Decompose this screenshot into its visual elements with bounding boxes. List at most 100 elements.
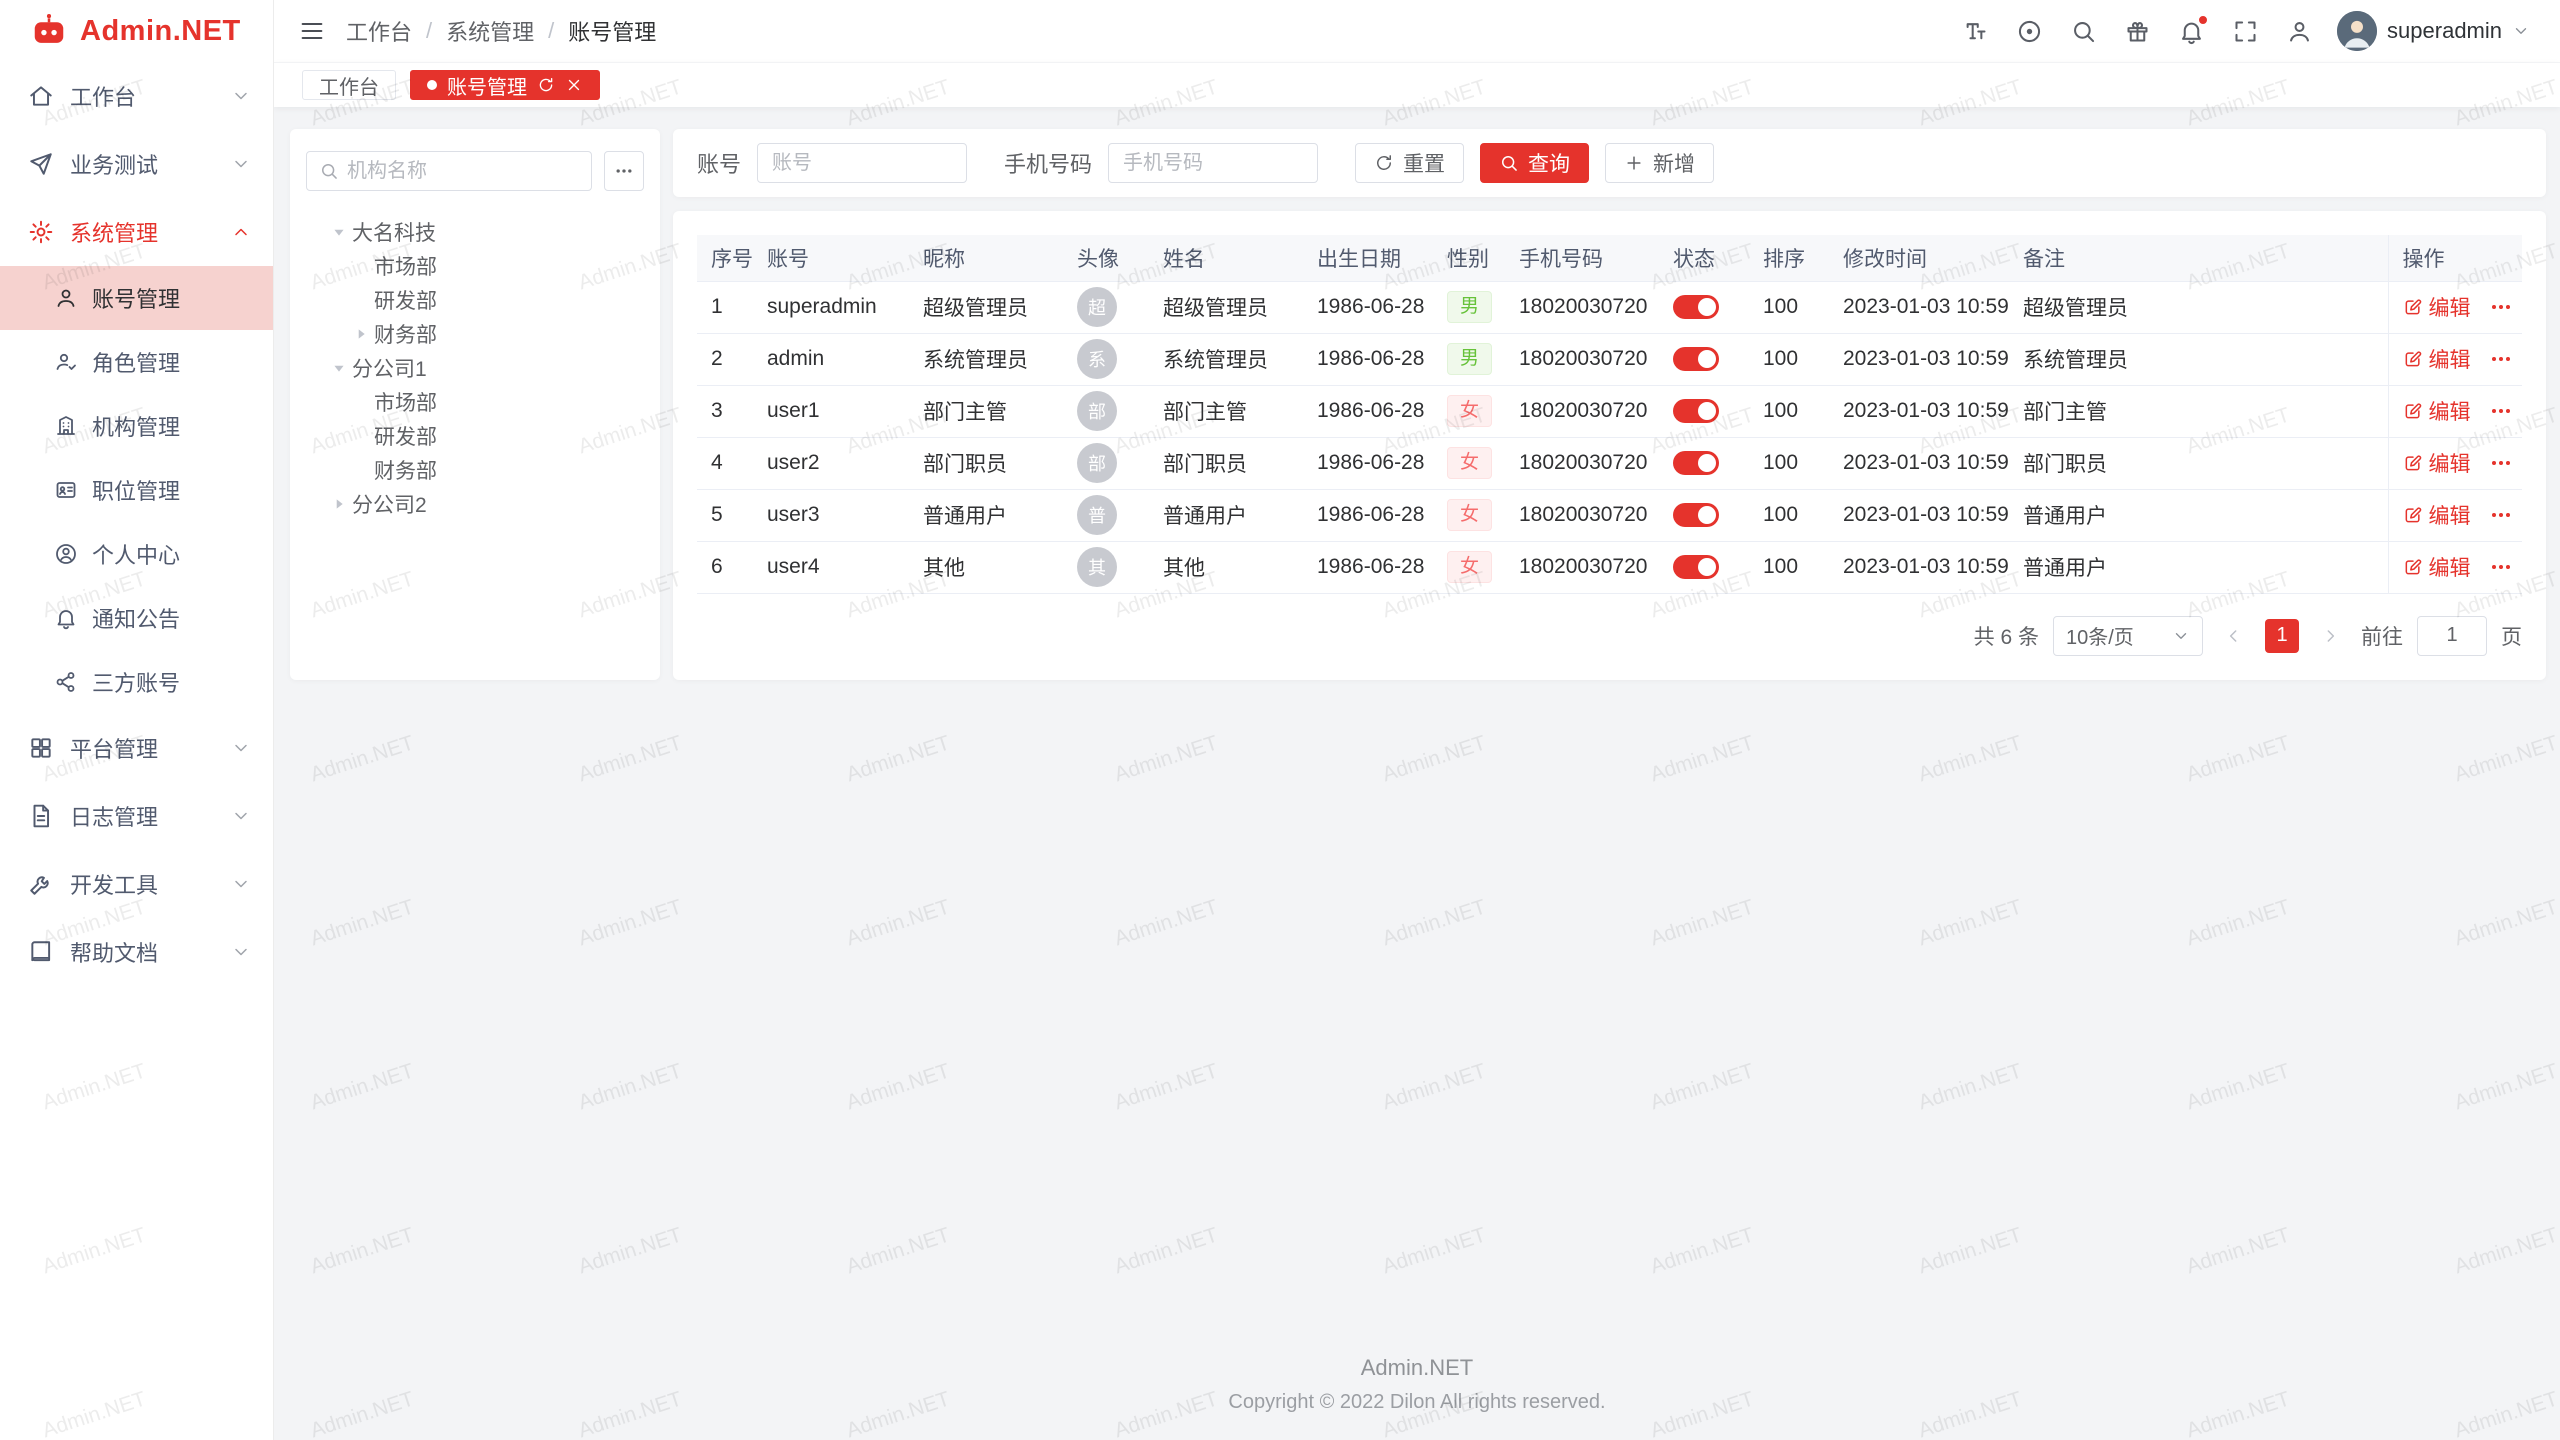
goto-suffix: 页 <box>2501 621 2522 651</box>
sidebar-item-0[interactable]: 工作台 <box>0 62 273 130</box>
account-page: 账号 手机号码 重置 查询 新增 <box>673 129 2546 680</box>
org-search-input[interactable] <box>347 160 579 183</box>
sidebar-item-5[interactable]: 开发工具 <box>0 850 273 918</box>
goto-page-input[interactable] <box>2417 616 2487 656</box>
next-page-button[interactable] <box>2313 619 2347 653</box>
edit-button[interactable]: 编辑 <box>2403 500 2471 530</box>
cell-account: user2 <box>753 437 909 489</box>
status-toggle[interactable] <box>1673 295 1719 319</box>
table-row: 5user3普通用户普普通用户1986-06-28女18020030720100… <box>697 489 2522 541</box>
close-icon[interactable] <box>565 76 583 94</box>
caret-right-icon[interactable] <box>350 323 372 345</box>
refresh-icon[interactable] <box>537 76 555 94</box>
status-toggle[interactable] <box>1673 451 1719 475</box>
tab-item-0[interactable]: 工作台 <box>302 70 396 100</box>
row-more-button[interactable] <box>2489 347 2513 371</box>
breadcrumb-item-1[interactable]: 系统管理 <box>446 15 534 47</box>
row-more-button[interactable] <box>2489 295 2513 319</box>
cell-sort: 100 <box>1749 281 1829 333</box>
sidebar-item-label: 业务测试 <box>70 148 231 180</box>
tree-node-4[interactable]: 分公司1 <box>306 351 644 385</box>
gift-button[interactable] <box>2124 18 2151 45</box>
tree-node-1[interactable]: 市场部 <box>306 249 644 283</box>
caret-right-icon[interactable] <box>328 493 350 515</box>
edit-icon <box>2403 453 2423 473</box>
caret-down-icon[interactable] <box>328 221 350 243</box>
cell-remark: 部门主管 <box>2009 385 2388 437</box>
sidebar-item-3[interactable]: 平台管理 <box>0 714 273 782</box>
bell-button[interactable] <box>2178 18 2205 45</box>
fullscreen-button[interactable] <box>2232 18 2259 45</box>
tree-node-8[interactable]: 分公司2 <box>306 487 644 521</box>
logo[interactable]: Admin.NET <box>0 0 273 62</box>
status-toggle[interactable] <box>1673 347 1719 371</box>
hamburger-menu-icon[interactable] <box>298 17 326 45</box>
search-button[interactable] <box>2070 18 2097 45</box>
row-more-button[interactable] <box>2489 555 2513 579</box>
sidebar-item-1[interactable]: 业务测试 <box>0 130 273 198</box>
circle-dot-button[interactable] <box>2016 18 2043 45</box>
org-tree: 大名科技市场部研发部财务部分公司1市场部研发部财务部分公司2 <box>306 215 644 521</box>
user-menu[interactable]: superadmin <box>2337 11 2530 51</box>
edit-button[interactable]: 编辑 <box>2403 448 2471 478</box>
row-more-button[interactable] <box>2489 399 2513 423</box>
tab-item-1[interactable]: 账号管理 <box>410 70 600 100</box>
sidebar-subitem-2-5[interactable]: 通知公告 <box>0 586 273 650</box>
font-size-button[interactable] <box>1962 18 1989 45</box>
breadcrumb-item-0[interactable]: 工作台 <box>346 15 412 47</box>
cell-nickname: 系统管理员 <box>909 333 1063 385</box>
page-1-button[interactable]: 1 <box>2265 619 2299 653</box>
cell-nickname: 部门主管 <box>909 385 1063 437</box>
tree-node-5[interactable]: 市场部 <box>306 385 644 419</box>
row-more-button[interactable] <box>2489 503 2513 527</box>
status-toggle[interactable] <box>1673 503 1719 527</box>
sidebar-item-4[interactable]: 日志管理 <box>0 782 273 850</box>
tree-more-button[interactable] <box>604 151 644 191</box>
prev-page-button[interactable] <box>2217 619 2251 653</box>
sidebar-subitem-2-6[interactable]: 三方账号 <box>0 650 273 714</box>
tree-node-7[interactable]: 财务部 <box>306 453 644 487</box>
page-size-select[interactable]: 10条/页 <box>2053 616 2203 656</box>
cell-account: user3 <box>753 489 909 541</box>
query-bar: 账号 手机号码 重置 查询 新增 <box>673 129 2546 197</box>
gender-badge: 男 <box>1447 291 1492 324</box>
tree-node-label: 分公司2 <box>352 489 427 519</box>
sidebar-item-2[interactable]: 系统管理 <box>0 198 273 266</box>
edit-button[interactable]: 编辑 <box>2403 552 2471 582</box>
test-icon <box>28 151 54 177</box>
status-toggle[interactable] <box>1673 555 1719 579</box>
status-toggle[interactable] <box>1673 399 1719 423</box>
edit-button[interactable]: 编辑 <box>2403 396 2471 426</box>
cell-remark: 超级管理员 <box>2009 281 2388 333</box>
sidebar-item-6[interactable]: 帮助文档 <box>0 918 273 986</box>
grid-icon <box>28 735 54 761</box>
row-more-button[interactable] <box>2489 451 2513 475</box>
breadcrumb-separator: / <box>548 18 554 44</box>
sidebar-subitem-2-3[interactable]: 职位管理 <box>0 458 273 522</box>
edit-button[interactable]: 编辑 <box>2403 292 2471 322</box>
sidebar-subitem-2-1[interactable]: 角色管理 <box>0 330 273 394</box>
main-area: 工作台/系统管理/账号管理 superadmin 工作台账号管理 <box>274 0 2560 1440</box>
reset-button[interactable]: 重置 <box>1355 143 1464 183</box>
tree-node-label: 财务部 <box>374 319 437 349</box>
add-button[interactable]: 新增 <box>1605 143 1714 183</box>
tree-node-6[interactable]: 研发部 <box>306 419 644 453</box>
org-search-field[interactable] <box>306 151 592 191</box>
person-button[interactable] <box>2286 18 2313 45</box>
sidebar-subitem-2-4[interactable]: 个人中心 <box>0 522 273 586</box>
row-avatar: 普 <box>1077 495 1117 535</box>
tree-node-3[interactable]: 财务部 <box>306 317 644 351</box>
search-button[interactable]: 查询 <box>1480 143 1589 183</box>
tree-node-2[interactable]: 研发部 <box>306 283 644 317</box>
cell-birthdate: 1986-06-28 <box>1303 385 1433 437</box>
caret-down-icon[interactable] <box>328 357 350 379</box>
home-icon <box>28 83 54 109</box>
cell-index: 3 <box>697 385 753 437</box>
cell-sort: 100 <box>1749 541 1829 593</box>
edit-button[interactable]: 编辑 <box>2403 344 2471 374</box>
account-input[interactable] <box>757 143 967 183</box>
sidebar-subitem-2-0[interactable]: 账号管理 <box>0 266 273 330</box>
phone-input[interactable] <box>1108 143 1318 183</box>
sidebar-subitem-2-2[interactable]: 机构管理 <box>0 394 273 458</box>
tree-node-0[interactable]: 大名科技 <box>306 215 644 249</box>
